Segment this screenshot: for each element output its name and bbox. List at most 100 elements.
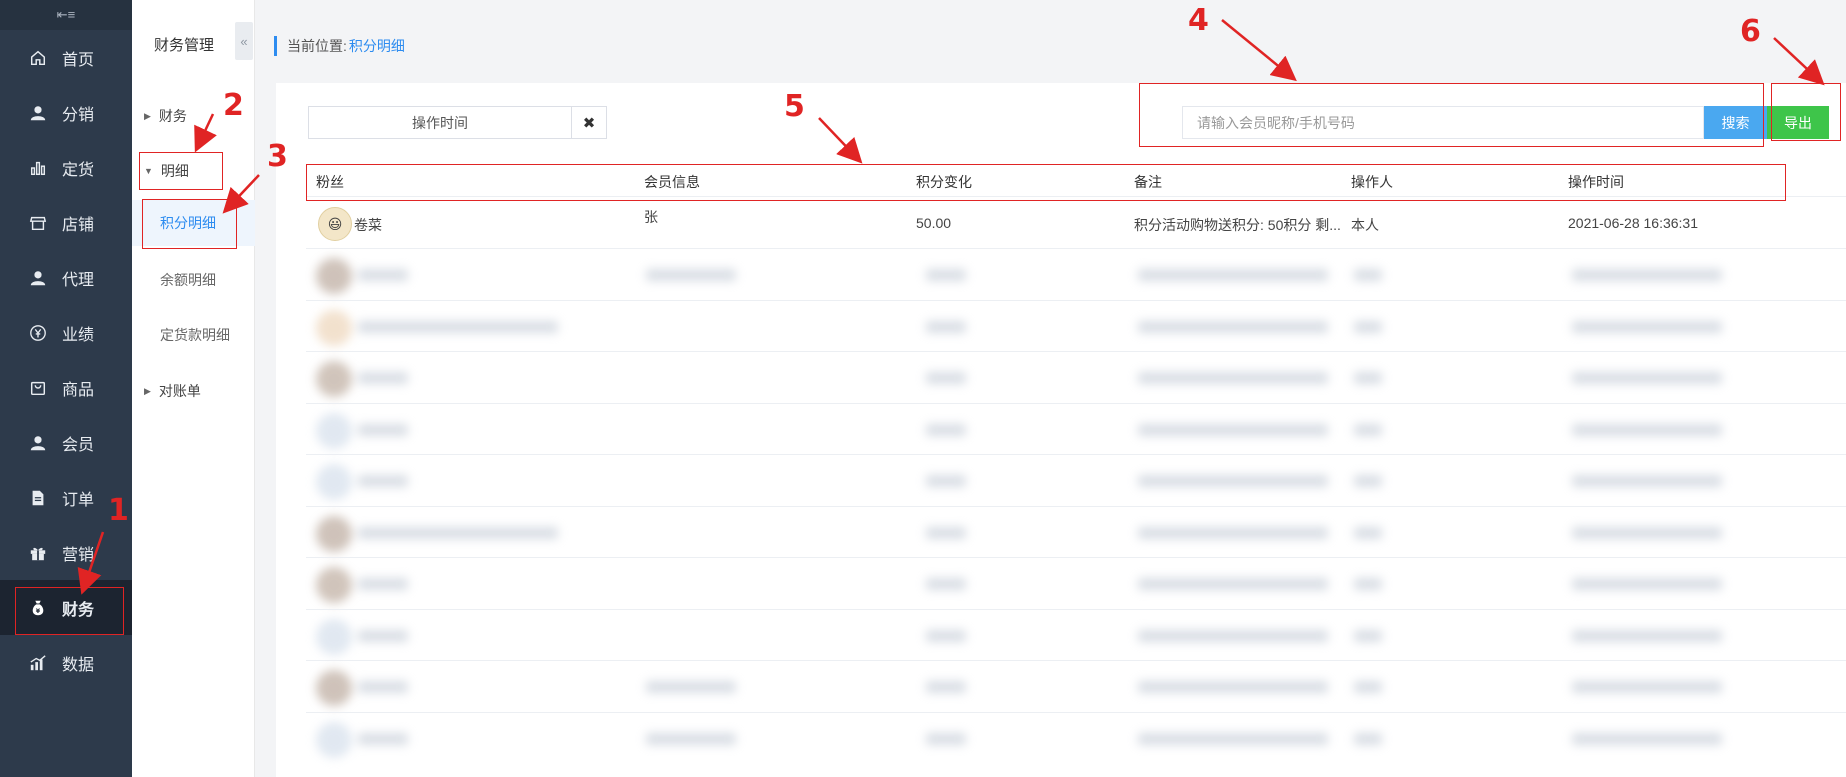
stats-icon [28, 653, 48, 673]
redacted-text [1138, 320, 1328, 333]
table-row-redacted [306, 454, 1846, 506]
annotation-number-5: 5 [784, 89, 805, 124]
nav-item-marketing[interactable]: 营销 [0, 525, 132, 580]
redacted-text [1138, 629, 1328, 642]
avatar [316, 464, 352, 500]
redacted-text [646, 732, 736, 745]
avatar [316, 361, 352, 397]
subnav-item-order-payment-detail[interactable]: 定货款明细 [132, 312, 255, 358]
redacted-text [358, 732, 408, 745]
redacted-text [926, 320, 966, 333]
redacted-text [1572, 320, 1722, 333]
subnav-collapse-button[interactable]: « [235, 22, 253, 60]
redacted-text [1138, 423, 1328, 436]
redacted-text [1354, 578, 1382, 590]
redacted-text [1138, 475, 1328, 487]
nav-item-performance[interactable]: 业绩 [0, 305, 132, 360]
nav-item-agent[interactable]: 代理 [0, 250, 132, 305]
operation-time-filter[interactable]: 操作时间 [308, 106, 572, 139]
annotation-number-3: 3 [267, 139, 288, 174]
table-row-redacted [306, 711, 1846, 764]
redacted-text [1138, 681, 1328, 693]
redacted-text [1572, 578, 1722, 590]
fan-name: 卷菜 [354, 217, 382, 233]
nav-item-products[interactable]: 商品 [0, 360, 132, 415]
date-clear-button[interactable]: ✖ [572, 106, 607, 139]
table-row-redacted [306, 505, 1846, 558]
caret-right-icon: ▶ [144, 110, 151, 121]
redacted-text [1354, 732, 1382, 745]
breadcrumb-prefix: 当前位置: [287, 38, 347, 54]
annotation-box-1 [15, 587, 124, 635]
main-nav: ⇤≡ 首页 分销 定货 店铺 代理 业绩 商品 会员 订单 营销 ¥ 财务 数据 [0, 0, 132, 777]
redacted-text [358, 423, 408, 436]
nav-item-home[interactable]: 首页 [0, 30, 132, 85]
member-info: 张 [644, 209, 658, 225]
redacted-text [1138, 578, 1328, 590]
redacted-text [358, 629, 408, 642]
table-row-redacted [306, 248, 1846, 300]
redacted-text [1572, 372, 1722, 384]
table-row-redacted [306, 557, 1846, 609]
redacted-text [358, 681, 408, 693]
nav-collapse-toggle[interactable]: ⇤≡ [0, 0, 132, 30]
avatar [316, 258, 352, 294]
nav-item-members[interactable]: 会员 [0, 415, 132, 470]
redacted-text [926, 681, 966, 693]
breadcrumb-current[interactable]: 积分明细 [349, 36, 405, 56]
redacted-text [1572, 526, 1722, 539]
annotation-box-3 [142, 199, 237, 249]
bar-chart-icon [28, 158, 48, 178]
redacted-text [1138, 732, 1328, 745]
avatar: 😃 [318, 207, 352, 241]
menu-collapse-icon: ⇤≡ [56, 7, 76, 22]
avatar [316, 567, 352, 603]
avatar [316, 618, 352, 655]
nav-item-store[interactable]: 店铺 [0, 195, 132, 250]
annotation-box-6 [1771, 83, 1841, 141]
table-row-redacted [306, 660, 1846, 712]
annotation-arrow-4 [1221, 19, 1297, 82]
redacted-text [358, 320, 558, 333]
redacted-text [1572, 475, 1722, 487]
operator: 本人 [1351, 217, 1379, 233]
redacted-text [926, 526, 966, 539]
redacted-text [358, 269, 408, 281]
user-icon [28, 103, 48, 123]
redacted-text [926, 578, 966, 590]
home-icon [28, 48, 48, 68]
points-change: 50.00 [916, 215, 952, 231]
redacted-text [1572, 423, 1722, 436]
user-icon [28, 268, 48, 288]
redacted-text [358, 475, 408, 487]
redacted-text [1354, 681, 1382, 693]
table-row-redacted [306, 402, 1846, 455]
subnav-group-statement[interactable]: ▶ 对账单 [144, 381, 201, 401]
remark: 积分活动购物送积分: 50积分 剩... [1134, 217, 1341, 233]
subnav-title: 财务管理 [154, 37, 215, 54]
redacted-text [1138, 269, 1328, 281]
redacted-text [926, 475, 966, 487]
redacted-text [1572, 629, 1722, 642]
annotation-box-5 [306, 164, 1786, 201]
redacted-text [1354, 269, 1382, 281]
table-row-redacted [306, 608, 1846, 661]
avatar [316, 670, 352, 706]
redacted-text [1572, 732, 1722, 745]
redacted-text [926, 372, 966, 384]
annotation-number-4: 4 [1188, 3, 1209, 38]
avatar [316, 721, 352, 758]
redacted-text [646, 681, 736, 693]
avatar [316, 515, 352, 552]
annotation-number-1: 1 [108, 493, 129, 528]
redacted-text [926, 629, 966, 642]
subnav-group-finance[interactable]: ▶ 财务 [144, 106, 187, 126]
annotation-number-6: 6 [1740, 14, 1761, 49]
redacted-text [646, 269, 736, 281]
nav-item-distribution[interactable]: 分销 [0, 85, 132, 140]
subnav-item-balance-detail[interactable]: 余额明细 [132, 257, 255, 303]
avatar [316, 309, 352, 346]
annotation-box-4 [1139, 83, 1764, 147]
nav-item-data[interactable]: 数据 [0, 635, 132, 690]
nav-item-ordering[interactable]: 定货 [0, 140, 132, 195]
